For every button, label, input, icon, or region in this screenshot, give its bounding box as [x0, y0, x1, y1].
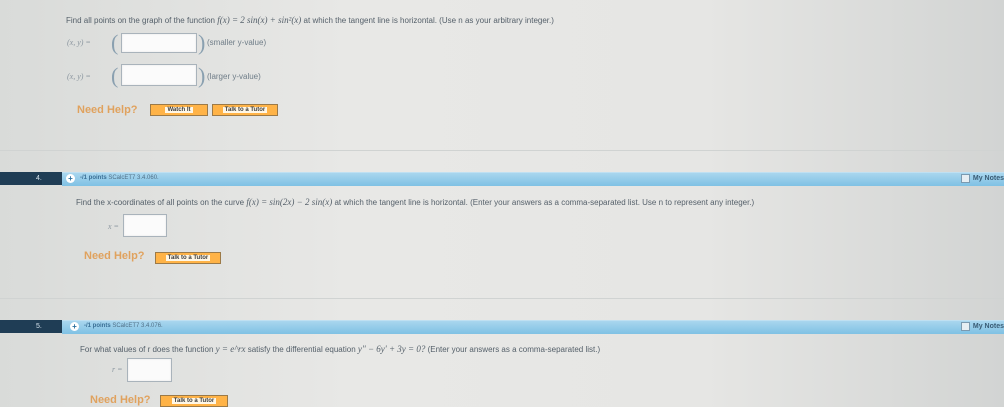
q5-answer-input[interactable] — [127, 358, 172, 382]
q3-prompt-prefix: Find all points on the graph of the func… — [66, 16, 215, 25]
q4-my-notes-button[interactable]: My Notes — [960, 172, 1004, 185]
q4-number-tab: 4. — [0, 172, 62, 185]
q3-bottom-divider — [0, 150, 1004, 151]
q3-row2-open-paren: ( — [111, 63, 119, 88]
q5-talk-to-tutor-label: Talk to a Tutor — [171, 398, 217, 404]
q4-prompt: Find the x-coordinates of all points on … — [76, 197, 754, 207]
q4-points: -/1 points — [80, 175, 107, 181]
q3-watch-it-label: Watch It — [165, 107, 193, 113]
q5-expand-plus-icon[interactable]: + — [70, 322, 79, 331]
q5-number-tab: 5. — [0, 320, 62, 333]
q4-expand-plus-icon[interactable]: + — [66, 174, 75, 183]
q4-problem-code: SCalcET7 3.4.060. — [108, 175, 159, 181]
q3-need-help-label: Need Help? — [77, 104, 138, 116]
q5-equation: y'' − 6y' + 3y = 0? — [357, 344, 426, 354]
q4-function: f(x) = sin(2x) − 2 sin(x) — [246, 197, 333, 207]
q4-prompt-suffix: at which the tangent line is horizontal.… — [334, 198, 755, 207]
q5-header-bar — [62, 320, 1004, 334]
q3-function: f(x) = 2 sin(x) + sin²(x) — [217, 15, 302, 25]
q5-my-notes-label: My Notes — [972, 323, 1004, 330]
q3-row1-hint: (smaller y-value) — [207, 38, 267, 47]
q4-my-notes-label: My Notes — [972, 175, 1004, 182]
q5-prompt: For what values of r does the function y… — [80, 344, 600, 354]
q4-number: 4. — [36, 175, 42, 182]
q5-answer-label: r = — [112, 365, 123, 374]
q5-points-line: -/1 points SCalcET7 3.4.076. — [84, 323, 163, 329]
q3-prompt-suffix: at which the tangent line is horizontal.… — [303, 16, 554, 25]
q5-talk-to-tutor-button[interactable]: Talk to a Tutor — [160, 395, 228, 407]
q3-row1-close-paren: ) — [198, 30, 206, 55]
q3-row2-label: (x, y) = — [67, 72, 91, 81]
q5-points: -/1 points — [84, 323, 111, 329]
q5-number: 5. — [36, 323, 42, 330]
q5-prompt-prefix: For what values of r does the function — [80, 345, 214, 354]
q5-prompt-mid: satisfy the differential equation — [247, 345, 356, 354]
q4-my-notes-checkbox-icon — [960, 173, 970, 183]
q4-bottom-divider — [0, 298, 1004, 299]
q5-problem-code: SCalcET7 3.4.076. — [112, 323, 163, 329]
q4-talk-to-tutor-button[interactable]: Talk to a Tutor — [155, 252, 221, 264]
q5-need-help-label: Need Help? — [90, 394, 151, 406]
q3-talk-to-tutor-label: Talk to a Tutor — [222, 107, 268, 113]
q5-function: y = e^rx — [215, 344, 246, 354]
q3-row2-hint: (larger y-value) — [207, 72, 261, 81]
q4-need-help-label: Need Help? — [84, 250, 145, 262]
q3-row1-answer-input[interactable] — [121, 33, 197, 53]
q3-prompt: Find all points on the graph of the func… — [66, 15, 554, 25]
q3-row2-close-paren: ) — [198, 63, 206, 88]
q5-prompt-suffix: (Enter your answers as a comma-separated… — [427, 345, 601, 354]
q3-row2-answer-input[interactable] — [121, 64, 197, 86]
q5-my-notes-checkbox-icon — [960, 321, 970, 331]
q4-talk-to-tutor-label: Talk to a Tutor — [165, 255, 211, 261]
q3-row1-open-paren: ( — [111, 30, 119, 55]
q3-talk-to-tutor-button[interactable]: Talk to a Tutor — [212, 104, 278, 116]
q5-my-notes-button[interactable]: My Notes — [960, 320, 1004, 333]
q4-prompt-prefix: Find the x-coordinates of all points on … — [76, 198, 245, 207]
q3-row1-label: (x, y) = — [67, 38, 91, 47]
q4-points-line: -/1 points SCalcET7 3.4.060. — [80, 175, 159, 181]
q3-watch-it-button[interactable]: Watch It — [150, 104, 208, 116]
q4-header-bar — [62, 172, 1004, 186]
q4-answer-input[interactable] — [123, 214, 167, 237]
q4-answer-label: x = — [108, 222, 119, 231]
